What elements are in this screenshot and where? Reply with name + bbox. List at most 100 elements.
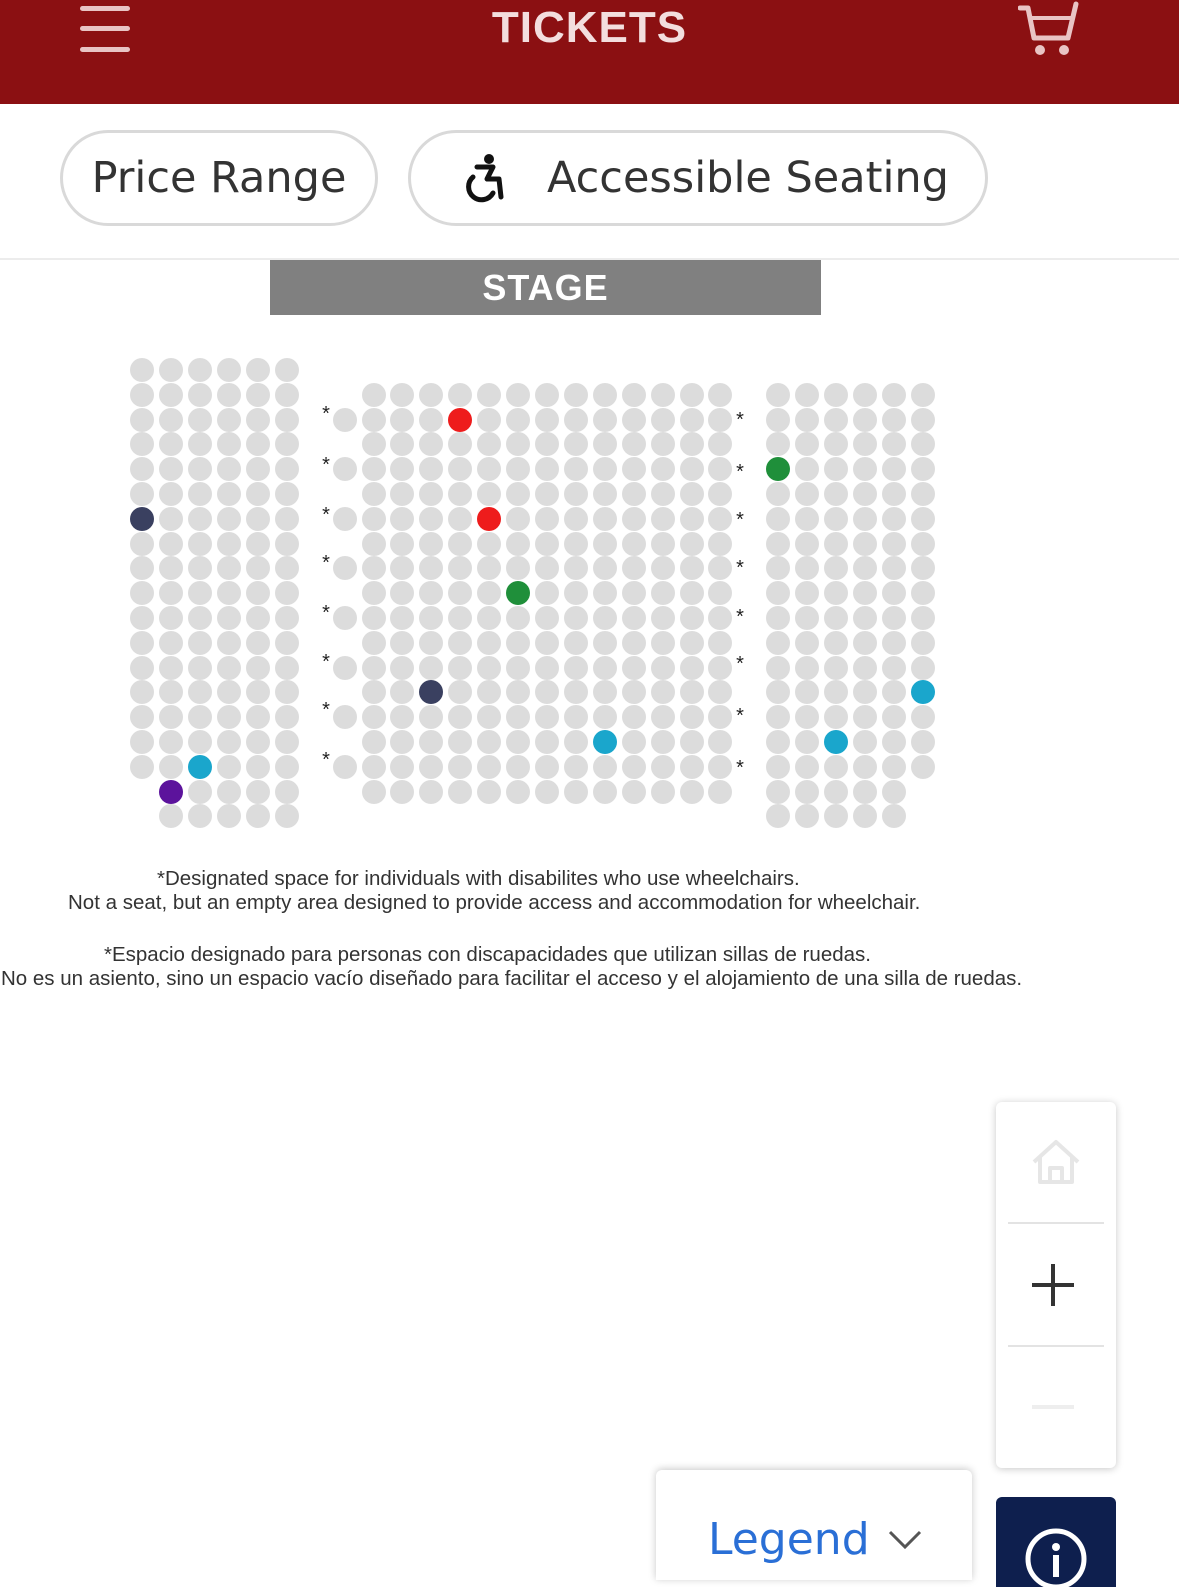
seat[interactable] (766, 655, 790, 680)
seat[interactable] (708, 531, 732, 556)
seat[interactable] (217, 680, 241, 705)
seat[interactable] (535, 432, 559, 457)
seat[interactable] (362, 754, 386, 779)
seat[interactable] (419, 531, 443, 556)
seat[interactable] (159, 457, 183, 482)
seat[interactable] (795, 779, 819, 804)
seat[interactable] (853, 655, 877, 680)
seat[interactable] (130, 730, 154, 754)
seat[interactable] (882, 556, 906, 581)
seat[interactable] (159, 680, 183, 705)
seat[interactable] (766, 531, 790, 556)
seat[interactable] (680, 730, 704, 754)
seat[interactable] (708, 457, 732, 482)
seat[interactable] (708, 407, 732, 432)
seat[interactable] (680, 556, 704, 581)
seat[interactable] (593, 457, 617, 482)
seat[interactable] (419, 382, 443, 407)
seat[interactable] (911, 556, 935, 581)
seat[interactable] (188, 457, 212, 482)
seat[interactable] (217, 556, 241, 581)
seat[interactable] (708, 779, 732, 804)
seat[interactable] (911, 655, 935, 680)
seat[interactable] (824, 779, 848, 804)
seat[interactable] (853, 705, 877, 730)
seat[interactable] (622, 482, 646, 506)
seat[interactable] (795, 730, 819, 754)
seat[interactable] (246, 382, 270, 407)
seat[interactable] (564, 506, 588, 531)
seat[interactable] (795, 705, 819, 730)
seat[interactable] (911, 382, 935, 407)
seat[interactable] (506, 680, 530, 705)
seat[interactable] (246, 432, 270, 457)
seat[interactable] (593, 754, 617, 779)
seat[interactable] (159, 804, 183, 829)
seat[interactable] (766, 506, 790, 531)
seat[interactable] (362, 482, 386, 506)
seat[interactable] (188, 358, 212, 382)
seat[interactable] (535, 705, 559, 730)
seat[interactable] (651, 432, 675, 457)
seat[interactable] (477, 730, 501, 754)
seat[interactable] (824, 581, 848, 606)
seat[interactable] (477, 482, 501, 506)
seat[interactable] (362, 705, 386, 730)
seat[interactable] (477, 680, 501, 705)
seat[interactable] (795, 382, 819, 407)
seat[interactable] (535, 506, 559, 531)
seat[interactable] (622, 655, 646, 680)
seat[interactable] (593, 680, 617, 705)
seat[interactable] (506, 556, 530, 581)
seat[interactable] (766, 407, 790, 432)
seat[interactable] (362, 779, 386, 804)
seat[interactable] (130, 482, 154, 506)
seat[interactable] (130, 506, 154, 531)
seat[interactable] (564, 457, 588, 482)
seat[interactable] (275, 432, 299, 457)
seat[interactable] (217, 804, 241, 829)
seat[interactable] (680, 382, 704, 407)
seat[interactable] (651, 407, 675, 432)
seat[interactable] (766, 606, 790, 630)
accessible-seating-button[interactable]: Accessible Seating (408, 130, 988, 226)
seat[interactable] (448, 705, 472, 730)
seat[interactable] (477, 655, 501, 680)
seat[interactable] (795, 482, 819, 506)
seat[interactable] (159, 358, 183, 382)
seat[interactable] (159, 606, 183, 630)
seat[interactable] (708, 606, 732, 630)
seat[interactable] (390, 680, 414, 705)
seat[interactable] (651, 630, 675, 655)
seat[interactable] (130, 754, 154, 779)
seat[interactable] (882, 630, 906, 655)
seat[interactable] (275, 482, 299, 506)
seat[interactable] (824, 655, 848, 680)
seat[interactable] (419, 581, 443, 606)
seat[interactable] (708, 556, 732, 581)
seat[interactable] (448, 432, 472, 457)
seat[interactable] (824, 482, 848, 506)
seat[interactable] (766, 630, 790, 655)
seat[interactable] (246, 730, 270, 754)
seat[interactable] (824, 606, 848, 630)
seat[interactable] (246, 506, 270, 531)
seat[interactable] (362, 730, 386, 754)
seat[interactable] (188, 804, 212, 829)
seat[interactable] (622, 506, 646, 531)
seat[interactable] (419, 482, 443, 506)
seat[interactable] (593, 432, 617, 457)
seat[interactable] (622, 457, 646, 482)
seat[interactable] (882, 730, 906, 754)
seat[interactable] (593, 705, 617, 730)
seat[interactable] (535, 630, 559, 655)
seat[interactable] (651, 382, 675, 407)
seat[interactable] (159, 581, 183, 606)
seat[interactable] (535, 531, 559, 556)
seat[interactable] (911, 680, 935, 705)
seat[interactable] (680, 606, 704, 630)
seat[interactable] (159, 531, 183, 556)
seat[interactable] (795, 630, 819, 655)
seat[interactable] (217, 531, 241, 556)
seat[interactable] (824, 432, 848, 457)
